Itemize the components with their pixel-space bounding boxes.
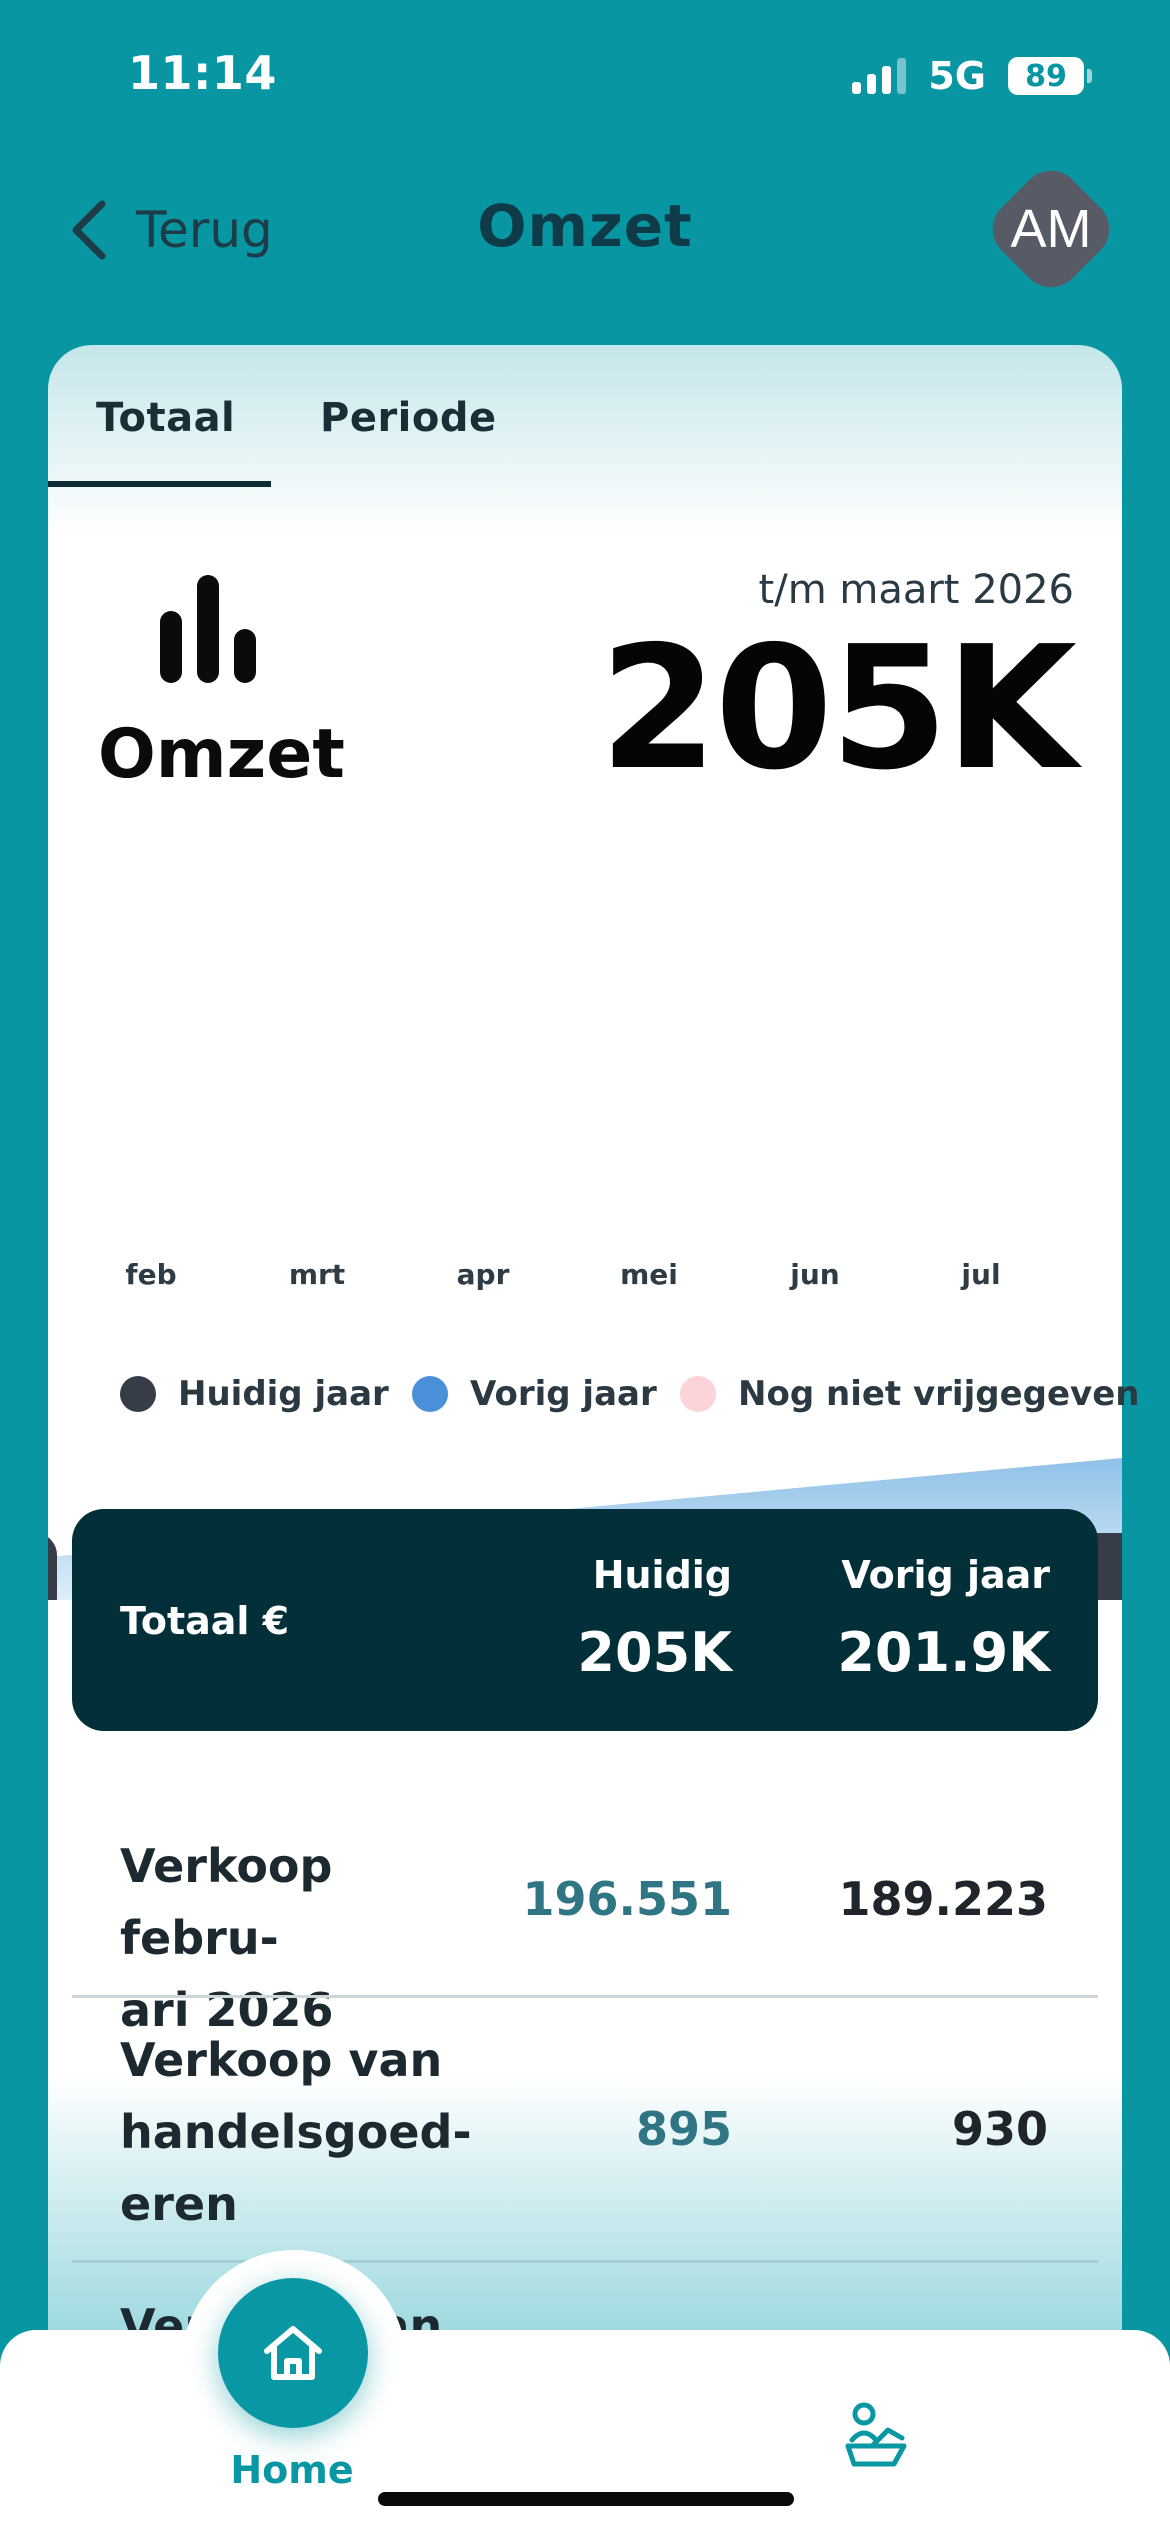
row-previous-value: 189.223 — [838, 1872, 1048, 1926]
home-button[interactable] — [218, 2278, 368, 2428]
totals-label: Totaal € — [120, 1599, 290, 1643]
totals-header: Totaal € Huidig 205K Vorig jaar 201.9K — [72, 1509, 1098, 1731]
status-indicators: 5G 89 — [852, 52, 1092, 100]
month-label-jun: jun — [790, 1258, 840, 1291]
home-icon — [264, 2326, 322, 2380]
avatar[interactable]: AM — [980, 158, 1122, 300]
month-label-mrt: mrt — [288, 1258, 346, 1291]
reading-person-icon — [845, 2402, 907, 2467]
row-current-value: 196.551 — [522, 1872, 732, 1926]
row-label: Verkoop febru- ari 2026 — [120, 1839, 334, 2037]
status-time: 11:14 — [128, 46, 277, 100]
legend-vorig-jaar: Vorig jaar — [412, 1372, 657, 1416]
legend-dot — [680, 1376, 716, 1412]
month-label-apr: apr — [456, 1258, 510, 1291]
row-divider — [72, 1995, 1098, 1998]
tab-periode[interactable]: Periode — [320, 395, 497, 441]
legend-huidig-jaar: Huidig jaar — [120, 1372, 389, 1416]
month-label-mei: mei — [620, 1258, 678, 1291]
active-tab-indicator — [48, 481, 271, 487]
month-label-jul: jul — [961, 1258, 1001, 1291]
total-value: 205K — [599, 610, 1077, 808]
row-label: Verkoop van handelsgoed- eren — [120, 2033, 472, 2231]
home-label: Home — [230, 2448, 354, 2492]
period-label: t/m maart 2026 — [758, 567, 1074, 613]
current-total: 205K — [577, 1621, 732, 1684]
legend-dot — [120, 1376, 156, 1412]
current-header: Huidig — [592, 1553, 732, 1597]
legend-dot — [412, 1376, 448, 1412]
month-label-feb: feb — [125, 1258, 177, 1291]
battery-level: 89 — [1008, 57, 1084, 95]
network-type: 5G — [928, 54, 986, 98]
avatar-initials: AM — [1010, 199, 1092, 259]
previous-header: Vorig jaar — [841, 1553, 1050, 1597]
tab-totaal[interactable]: Totaal — [96, 395, 235, 441]
home-indicator — [378, 2492, 794, 2506]
row-current-value: 895 — [635, 2102, 732, 2156]
bar-chart-icon — [160, 575, 256, 683]
legend-nog-niet-vrijgegeven: Nog niet vrijgegeven — [680, 1372, 1139, 1416]
battery-icon: 89 — [1008, 57, 1092, 95]
tab-bar: Totaal Periode — [48, 345, 1122, 487]
row-divider — [72, 2260, 1098, 2263]
signal-icon — [852, 58, 907, 94]
previous-total: 201.9K — [837, 1621, 1050, 1684]
row-previous-value: 930 — [951, 2102, 1048, 2156]
nav-reading-person-icon[interactable] — [842, 2400, 912, 2474]
metric-label: Omzet — [98, 715, 345, 794]
